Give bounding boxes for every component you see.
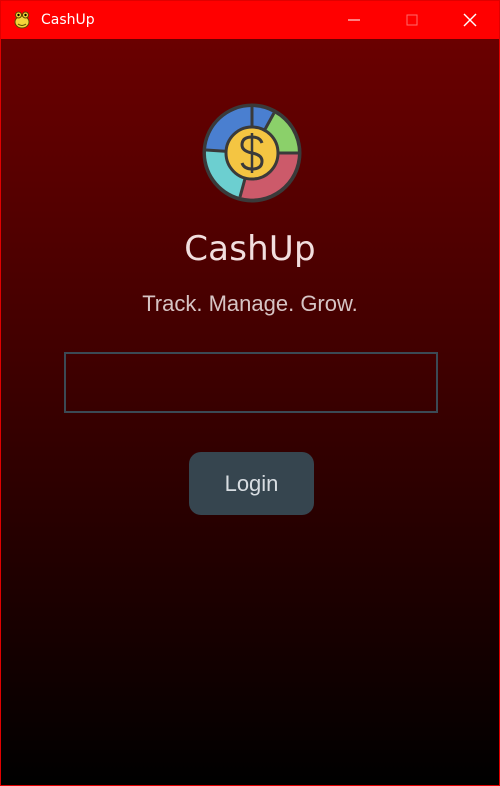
maximize-icon [406,14,418,26]
minimize-button[interactable] [325,1,383,39]
tagline: Track. Manage. Grow. [142,291,358,316]
window-controls [325,1,499,39]
app-name: CashUp [184,229,316,269]
login-screen: CashUp Track. Manage. Grow. Login [1,39,499,785]
minimize-icon [348,19,360,21]
window-title: CashUp [41,12,95,28]
python-snake-icon [11,9,33,31]
app-window: CashUp CashUp Track. Manage. Grow. Login [0,0,500,786]
close-button[interactable] [441,1,499,39]
maximize-button[interactable] [383,1,441,39]
title-bar[interactable]: CashUp [1,1,499,39]
dollar-coin-icon [202,103,302,203]
login-input[interactable] [64,352,438,413]
close-icon [463,13,477,27]
login-button[interactable]: Login [189,452,314,515]
